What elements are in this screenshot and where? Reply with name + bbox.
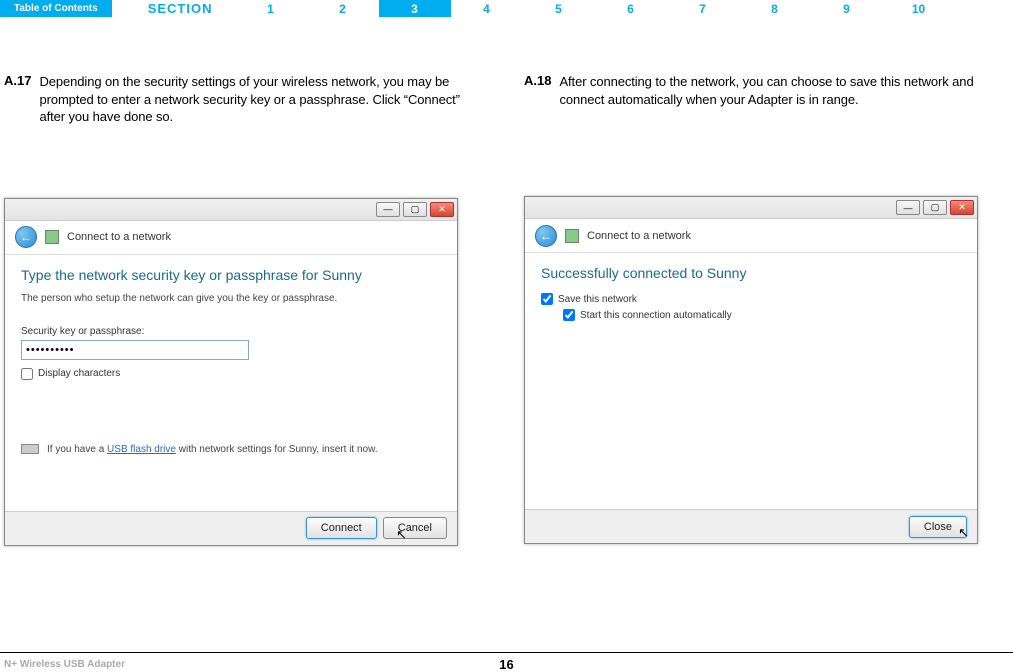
hint-pre: If you have a — [47, 444, 107, 455]
save-options: Save this network Start this connection … — [541, 293, 961, 321]
network-icon — [565, 229, 579, 243]
dialog-footer: Close ↖ — [525, 509, 977, 543]
section-link-9[interactable]: 9 — [811, 0, 883, 17]
page-content: A.17 Depending on the security settings … — [0, 17, 1013, 546]
dialog-title: Connect to a network — [67, 231, 171, 243]
cursor-icon: ↖ — [396, 527, 407, 543]
window-titlebar: — ▢ ✕ — [525, 197, 977, 219]
maximize-icon[interactable]: ▢ — [403, 202, 427, 217]
step-text: Depending on the security settings of yo… — [39, 73, 470, 126]
dialog-title: Connect to a network — [587, 230, 691, 242]
maximize-icon[interactable]: ▢ — [923, 200, 947, 215]
cursor-icon: ↖ — [958, 525, 969, 541]
product-name: N+ Wireless USB Adapter — [4, 659, 125, 670]
step-number: A.18 — [524, 73, 551, 108]
minimize-icon[interactable]: — — [376, 202, 400, 217]
section-link-3[interactable]: 3 — [379, 0, 451, 17]
page-footer: N+ Wireless USB Adapter 16 — [0, 652, 1013, 670]
window-titlebar: — ▢ ✕ — [5, 199, 457, 221]
auto-start-checkbox[interactable] — [563, 309, 575, 321]
section-link-6[interactable]: 6 — [595, 0, 667, 17]
dialog-footer: Connect Cancel ↖ — [5, 511, 457, 545]
dialog-heading: Type the network security key or passphr… — [21, 267, 441, 283]
back-arrow-icon[interactable]: ← — [535, 225, 557, 247]
back-arrow-icon[interactable]: ← — [15, 226, 37, 248]
dialog-header: ← Connect to a network — [525, 219, 977, 253]
section-link-7[interactable]: 7 — [667, 0, 739, 17]
cancel-button[interactable]: Cancel — [383, 517, 447, 539]
dialog-body: Type the network security key or passphr… — [5, 255, 457, 513]
dialog-subtext: The person who setup the network can giv… — [21, 293, 441, 304]
left-column: A.17 Depending on the security settings … — [4, 73, 470, 546]
field-label: Security key or passphrase: — [21, 326, 441, 337]
section-link-5[interactable]: 5 — [523, 0, 595, 17]
step-a18: A.18 After connecting to the network, yo… — [524, 73, 990, 108]
hint-post: with network settings for Sunny, insert … — [176, 444, 378, 455]
connect-button[interactable]: Connect — [306, 517, 377, 539]
section-link-2[interactable]: 2 — [307, 0, 379, 17]
section-link-10[interactable]: 10 — [883, 0, 955, 17]
right-column: A.18 After connecting to the network, yo… — [524, 73, 990, 546]
passphrase-input[interactable] — [21, 340, 249, 360]
step-a17: A.17 Depending on the security settings … — [4, 73, 470, 126]
section-label: SECTION — [112, 1, 235, 16]
usb-flash-drive-link[interactable]: USB flash drive — [107, 444, 176, 455]
dialog-header: ← Connect to a network — [5, 221, 457, 255]
page-number: 16 — [499, 657, 513, 672]
section-numbers: 1 2 3 4 5 6 7 8 9 10 — [235, 0, 1013, 17]
network-icon — [45, 230, 59, 244]
auto-start-row: Start this connection automatically — [563, 309, 961, 321]
usb-hint: If you have a USB flash drive with netwo… — [21, 444, 441, 455]
dialog-security-key: — ▢ ✕ ← Connect to a network Type the ne… — [4, 198, 458, 546]
section-link-4[interactable]: 4 — [451, 0, 523, 17]
section-link-8[interactable]: 8 — [739, 0, 811, 17]
minimize-icon[interactable]: — — [896, 200, 920, 215]
dialog-heading: Successfully connected to Sunny — [541, 265, 961, 281]
close-icon[interactable]: ✕ — [430, 202, 454, 217]
step-number: A.17 — [4, 73, 31, 126]
save-network-row: Save this network — [541, 293, 961, 305]
display-characters-label: Display characters — [38, 368, 120, 379]
top-nav: Table of Contents SECTION 1 2 3 4 5 6 7 … — [0, 0, 1013, 17]
section-link-1[interactable]: 1 — [235, 0, 307, 17]
usb-drive-icon — [21, 444, 39, 454]
dialog-body: Successfully connected to Sunny Save thi… — [525, 253, 977, 511]
display-characters-row: Display characters — [21, 368, 441, 380]
save-network-checkbox[interactable] — [541, 293, 553, 305]
dialog-connected: — ▢ ✕ ← Connect to a network Successfull… — [524, 196, 978, 544]
close-icon[interactable]: ✕ — [950, 200, 974, 215]
step-text: After connecting to the network, you can… — [559, 73, 990, 108]
auto-start-label: Start this connection automatically — [580, 310, 732, 321]
toc-link[interactable]: Table of Contents — [0, 0, 112, 17]
display-characters-checkbox[interactable] — [21, 368, 33, 380]
save-network-label: Save this network — [558, 294, 637, 305]
